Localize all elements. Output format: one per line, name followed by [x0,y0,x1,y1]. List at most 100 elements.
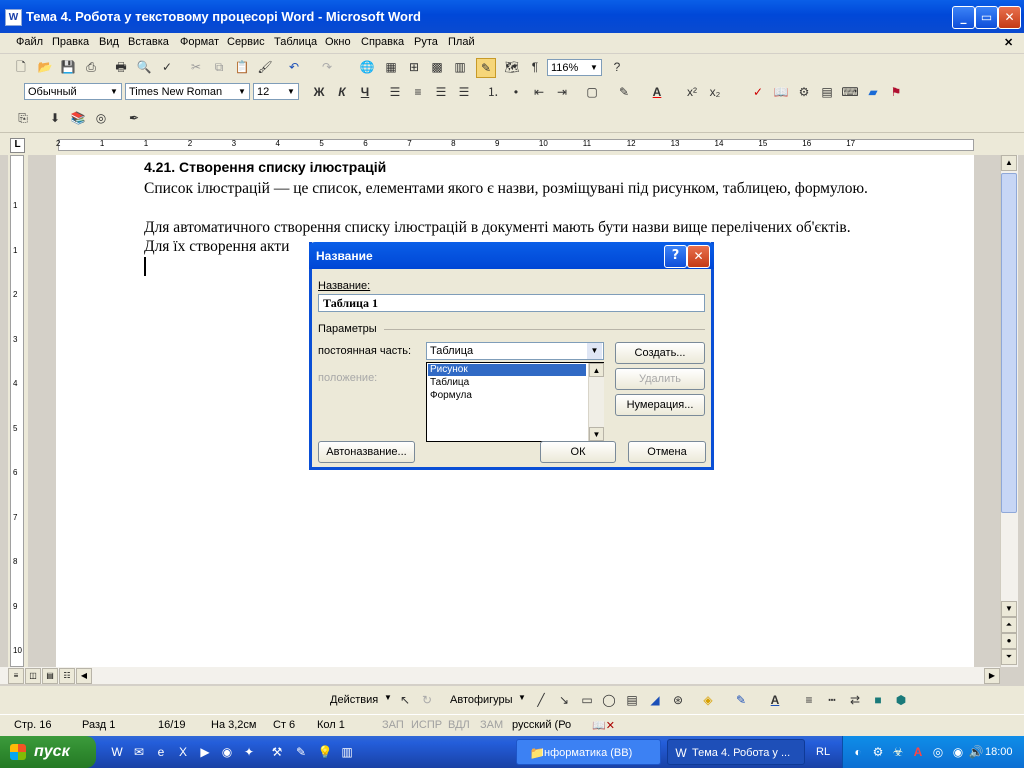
print-icon[interactable]: 🖶 [112,58,130,76]
rectangle-icon[interactable]: ▭ [578,691,596,709]
research-icon[interactable]: ⚙ [795,83,813,101]
document-map-icon[interactable]: 🗺 [503,58,521,76]
line-icon[interactable]: ╱ [532,691,550,709]
select-browse-object-icon[interactable]: ● [1001,633,1017,649]
dropdown-scroll-down-icon[interactable]: ▼ [589,427,604,441]
maximize-button[interactable]: ▭ [975,6,998,29]
vertical-scrollbar[interactable]: ▲ ▼ ⏶ ● ⏷ [1000,155,1018,667]
outline-view-icon[interactable]: ☷ [59,668,75,684]
textbox-icon[interactable]: ▤ [623,691,641,709]
tray-icon-1[interactable]: ◐ [849,743,867,761]
increase-indent-icon[interactable]: ⇥ [553,83,571,101]
borders-icon[interactable]: ▢ [583,83,601,101]
next-page-icon[interactable]: ⏷ [1001,649,1017,665]
status-language[interactable]: русский (Ро [512,719,571,731]
permission-icon[interactable]: ⎙ [82,58,100,76]
paste-icon[interactable]: 📋 [233,58,251,76]
redo-icon[interactable]: ↷ [318,58,336,76]
option-figure[interactable]: Рисунок [428,364,586,376]
menu-window[interactable]: Окно [325,36,351,48]
library-icon[interactable]: 📚 [69,109,87,127]
tray-icon-3[interactable]: ☣ [889,743,907,761]
italic-button[interactable]: К [333,83,351,101]
label-select[interactable]: Таблица ▼ [426,342,604,360]
style-select[interactable]: Обычный ▼ [24,83,122,100]
menu-view[interactable]: Вид [99,36,119,48]
quicklaunch-excel-icon[interactable]: X [174,743,192,761]
insert-excel-icon[interactable]: ▩ [428,58,446,76]
bold-button[interactable]: Ж [310,83,328,101]
cut-icon[interactable]: ✂ [187,58,205,76]
horizontal-scrollbar[interactable]: ≡ ◫ ▤ ☷ ◀ ▶ [0,667,1000,684]
align-center-icon[interactable]: ≡ [409,83,427,101]
page-icon[interactable]: ⎘ [14,109,32,127]
hyperlink-icon[interactable]: 🌐 [358,58,376,76]
import-icon[interactable]: ⬇ [46,109,64,127]
autoshapes-button[interactable]: Автофигуры [450,694,513,706]
dialog-help-button[interactable]: ? [664,245,687,268]
3d-icon[interactable]: ⬢ [892,691,910,709]
font-select[interactable]: Times New Roman ▼ [125,83,250,100]
insert-table-icon[interactable]: ⊞ [405,58,423,76]
prev-page-icon[interactable]: ⏶ [1001,617,1017,633]
quicklaunch-ie-icon[interactable]: e [152,743,170,761]
menu-insert[interactable]: Вставка [128,36,169,48]
quicklaunch-word-icon[interactable]: W [108,743,126,761]
shadow-icon[interactable]: ■ [869,691,887,709]
cancel-button[interactable]: Отмена [628,441,706,463]
status-rec[interactable]: ЗАП [382,719,404,731]
diagram-icon[interactable]: ⊛ [669,691,687,709]
tray-icon-5[interactable]: ◎ [929,743,947,761]
underline-button[interactable]: Ч [356,83,374,101]
keyboard-icon[interactable]: ⌨ [841,83,859,101]
align-right-icon[interactable]: ☰ [432,83,450,101]
columns-icon[interactable]: ▥ [451,58,469,76]
menu-ruta[interactable]: Рута [414,36,438,48]
highlight-icon[interactable]: ✎ [615,83,633,101]
scroll-thumb[interactable] [1001,173,1017,513]
quicklaunch-media-icon[interactable]: ▶ [196,743,214,761]
spell-icon[interactable]: ✓ [749,83,767,101]
subscript-icon[interactable]: x₂ [706,83,724,101]
scroll-left-icon[interactable]: ◀ [76,668,92,684]
print-layout-icon[interactable]: ▤ [42,668,58,684]
scroll-down-icon[interactable]: ▼ [1001,601,1017,617]
menu-format[interactable]: Формат [180,36,219,48]
menu-help[interactable]: Справка [361,36,404,48]
scroll-up-icon[interactable]: ▲ [1001,155,1017,171]
new-label-button[interactable]: Создать... [615,342,705,364]
chevron-down-icon[interactable]: ▼ [587,343,602,359]
normal-view-icon[interactable]: ≡ [8,668,24,684]
status-ovr[interactable]: ЗАМ [480,719,503,731]
font-color-icon[interactable]: A [648,83,666,101]
quicklaunch-pen-icon[interactable]: ✎ [292,743,310,761]
superscript-icon[interactable]: x² [683,83,701,101]
line-style-icon[interactable]: ≡ [800,691,818,709]
dropdown-scrollbar[interactable]: ▲ ▼ [588,363,604,441]
ua-flag-icon[interactable]: ▰ [864,83,882,101]
font-size-select[interactable]: 12 ▼ [253,83,299,100]
align-left-icon[interactable]: ☰ [386,83,404,101]
font-color-draw-icon[interactable]: A [766,691,784,709]
open-folder-icon[interactable]: 📂 [36,58,54,76]
ok-button[interactable]: ОК [540,441,616,463]
thesaurus-icon[interactable]: 📖 [772,83,790,101]
translate-icon[interactable]: ▤ [818,83,836,101]
close-button[interactable]: ✕ [998,6,1021,29]
disc-icon[interactable]: ◎ [92,109,110,127]
menu-file[interactable]: Файл [16,36,43,48]
justify-icon[interactable]: ☰ [455,83,473,101]
help-icon[interactable]: ? [608,58,626,76]
tray-speaker-icon[interactable]: 🔊 [967,743,985,761]
dropdown-scroll-up-icon[interactable]: ▲ [589,363,604,377]
option-formula[interactable]: Формула [428,390,586,402]
quicklaunch-bulb-icon[interactable]: 💡 [316,743,334,761]
ru-flag-icon[interactable]: ⚑ [887,83,905,101]
arrow-icon[interactable]: ↘ [555,691,573,709]
quicklaunch-app-icon[interactable]: ✦ [240,743,258,761]
minimize-button[interactable]: _ [952,6,975,29]
rotate-icon[interactable]: ↻ [418,691,436,709]
language-indicator[interactable]: RL [816,746,830,758]
quicklaunch-books-icon[interactable]: ▥ [338,743,356,761]
oval-icon[interactable]: ◯ [600,691,618,709]
